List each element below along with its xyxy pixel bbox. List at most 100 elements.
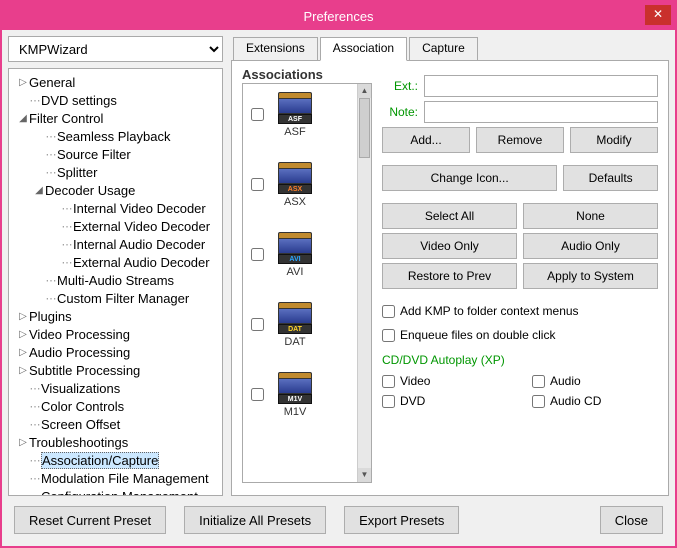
expander-icon[interactable]: ▷ <box>17 311 29 322</box>
tree-item-label: Internal Audio Decoder <box>73 237 205 252</box>
modify-button[interactable]: Modify <box>570 127 658 153</box>
autoplay-dvd-checkbox[interactable] <box>382 395 395 408</box>
tree-item-decoder-usage[interactable]: ◢Decoder Usage <box>11 181 220 199</box>
note-input[interactable] <box>424 101 658 123</box>
change-icon-button[interactable]: Change Icon... <box>382 165 557 191</box>
tree-item-color-controls[interactable]: ⋯Color Controls <box>11 397 220 415</box>
tree-item-internal-audio-decoder[interactable]: ⋯Internal Audio Decoder <box>11 235 220 253</box>
ext-input[interactable] <box>424 75 658 97</box>
assoc-checkbox-asx[interactable] <box>251 178 264 191</box>
video-only-button[interactable]: Video Only <box>382 233 517 259</box>
context-menu-checkbox[interactable] <box>382 305 395 318</box>
scroll-down-icon[interactable]: ▼ <box>358 468 371 482</box>
tree-item-plugins[interactable]: ▷Plugins <box>11 307 220 325</box>
none-button[interactable]: None <box>523 203 658 229</box>
note-label: Note: <box>382 105 418 119</box>
init-presets-button[interactable]: Initialize All Presets <box>184 506 326 534</box>
tree-item-dvd-settings[interactable]: ⋯DVD settings <box>11 91 220 109</box>
tree-branch-icon: ⋯ <box>61 238 73 251</box>
assoc-item-dat[interactable]: DATDAT <box>247 300 353 348</box>
expander-icon[interactable]: ◢ <box>33 185 45 196</box>
expander-icon[interactable]: ▷ <box>17 365 29 376</box>
tree-item-custom-filter-manager[interactable]: ⋯Custom Filter Manager <box>11 289 220 307</box>
tree-branch-icon: ⋯ <box>29 418 41 431</box>
tree-item-general[interactable]: ▷General <box>11 73 220 91</box>
scroll-up-icon[interactable]: ▲ <box>358 84 371 98</box>
assoc-checkbox-asf[interactable] <box>251 108 264 121</box>
autoplay-audio-checkbox[interactable] <box>532 375 545 388</box>
tab-extensions[interactable]: Extensions <box>233 37 318 61</box>
export-presets-button[interactable]: Export Presets <box>344 506 459 534</box>
reset-preset-button[interactable]: Reset Current Preset <box>14 506 166 534</box>
remove-button[interactable]: Remove <box>476 127 564 153</box>
tab-association[interactable]: Association <box>320 37 407 61</box>
assoc-item-asf[interactable]: ASFASF <box>247 90 353 138</box>
filetype-icon: DATDAT <box>273 300 317 348</box>
autoplay-audiocd-label: Audio CD <box>550 394 601 408</box>
tree-item-multi-audio-streams[interactable]: ⋯Multi-Audio Streams <box>11 271 220 289</box>
expander-icon[interactable]: ▷ <box>17 437 29 448</box>
tree-item-screen-offset[interactable]: ⋯Screen Offset <box>11 415 220 433</box>
assoc-checkbox-dat[interactable] <box>251 318 264 331</box>
tree-item-filter-control[interactable]: ◢Filter Control <box>11 109 220 127</box>
tree-item-internal-video-decoder[interactable]: ⋯Internal Video Decoder <box>11 199 220 217</box>
tree-branch-icon: ⋯ <box>29 472 41 485</box>
autoplay-audiocd-checkbox[interactable] <box>532 395 545 408</box>
close-button[interactable]: ✕ <box>645 5 671 25</box>
autoplay-title: CD/DVD Autoplay (XP) <box>382 353 658 367</box>
preferences-window: Preferences ✕ KMPWizard ▷General⋯DVD set… <box>0 0 677 548</box>
expander-icon[interactable]: ▷ <box>17 77 29 88</box>
restore-button[interactable]: Restore to Prev <box>382 263 517 289</box>
autoplay-video-checkbox[interactable] <box>382 375 395 388</box>
tree-item-association-capture[interactable]: ⋯Association/Capture <box>11 451 220 469</box>
association-scrollbar[interactable]: ▲ ▼ <box>357 84 371 482</box>
defaults-button[interactable]: Defaults <box>563 165 658 191</box>
select-all-button[interactable]: Select All <box>382 203 517 229</box>
titlebar: Preferences ✕ <box>2 2 675 30</box>
assoc-item-asx[interactable]: ASXASX <box>247 160 353 208</box>
expander-icon[interactable]: ▷ <box>17 329 29 340</box>
tree-branch-icon: ⋯ <box>29 454 41 467</box>
tree-branch-icon: ⋯ <box>29 94 41 107</box>
tree-item-video-processing[interactable]: ▷Video Processing <box>11 325 220 343</box>
association-listbox: ASFASF ASXASX AVIAVI DATDAT M1VM1V ▲ ▼ <box>242 83 372 483</box>
tree-item-label: Subtitle Processing <box>29 363 140 378</box>
tree-branch-icon: ⋯ <box>45 130 57 143</box>
enqueue-checkbox[interactable] <box>382 329 395 342</box>
tree-item-seamless-playback[interactable]: ⋯Seamless Playback <box>11 127 220 145</box>
scroll-thumb[interactable] <box>359 98 370 158</box>
tree-item-troubleshootings[interactable]: ▷Troubleshootings <box>11 433 220 451</box>
tree-item-subtitle-processing[interactable]: ▷Subtitle Processing <box>11 361 220 379</box>
expander-icon[interactable]: ◢ <box>17 113 29 124</box>
tree-item-visualizations[interactable]: ⋯Visualizations <box>11 379 220 397</box>
tree-item-label: Color Controls <box>41 399 124 414</box>
assoc-item-m1v[interactable]: M1VM1V <box>247 370 353 418</box>
assoc-checkbox-m1v[interactable] <box>251 388 264 401</box>
tab-strip: ExtensionsAssociationCapture <box>233 36 669 60</box>
tab-capture[interactable]: Capture <box>409 37 478 61</box>
add-button[interactable]: Add... <box>382 127 470 153</box>
tree-item-label: Filter Control <box>29 111 103 126</box>
tree-item-source-filter[interactable]: ⋯Source Filter <box>11 145 220 163</box>
tree-item-splitter[interactable]: ⋯Splitter <box>11 163 220 181</box>
association-list[interactable]: ASFASF ASXASX AVIAVI DATDAT M1VM1V <box>243 84 357 482</box>
tree-item-configuration-management[interactable]: ⋯Configuration Management <box>11 487 220 496</box>
close-preferences-button[interactable]: Close <box>600 506 663 534</box>
assoc-label: ASX <box>273 196 317 208</box>
tree-item-label: Splitter <box>57 165 97 180</box>
preset-select[interactable]: KMPWizard <box>8 36 223 62</box>
tree-item-label: Visualizations <box>41 381 120 396</box>
audio-only-button[interactable]: Audio Only <box>523 233 658 259</box>
tree-view[interactable]: ▷General⋯DVD settings◢Filter Control⋯Sea… <box>8 68 223 496</box>
filetype-icon: AVIAVI <box>273 230 317 278</box>
tree-item-audio-processing[interactable]: ▷Audio Processing <box>11 343 220 361</box>
tree-item-external-video-decoder[interactable]: ⋯External Video Decoder <box>11 217 220 235</box>
tree-item-external-audio-decoder[interactable]: ⋯External Audio Decoder <box>11 253 220 271</box>
tree-item-label: Source Filter <box>57 147 131 162</box>
assoc-checkbox-avi[interactable] <box>251 248 264 261</box>
apply-button[interactable]: Apply to System <box>523 263 658 289</box>
assoc-label: DAT <box>273 336 317 348</box>
tree-item-modulation-file-management[interactable]: ⋯Modulation File Management <box>11 469 220 487</box>
assoc-item-avi[interactable]: AVIAVI <box>247 230 353 278</box>
expander-icon[interactable]: ▷ <box>17 347 29 358</box>
